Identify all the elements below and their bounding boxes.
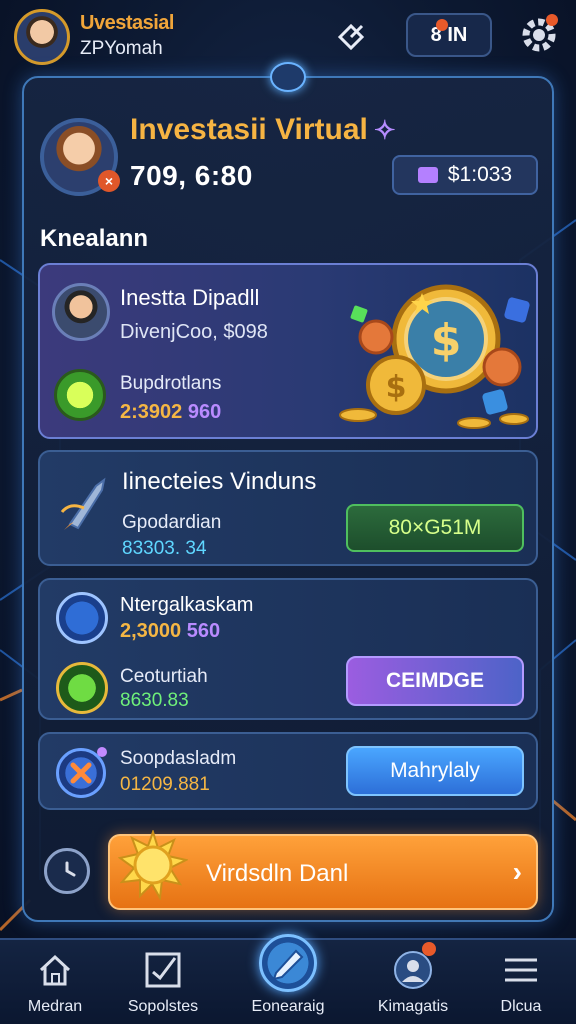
clock-button[interactable] xyxy=(44,848,90,894)
rocket-icon xyxy=(60,477,106,530)
bottom-nav: Medran Sopolstes Eonearaig Kimagatis Dlc… xyxy=(0,934,576,1024)
pencil-icon xyxy=(259,934,317,992)
user-name: Uvestasial xyxy=(80,12,174,34)
check-icon xyxy=(54,369,106,421)
share-icon[interactable] xyxy=(334,20,368,54)
wallet-icon xyxy=(417,167,438,183)
coins-illustration: $ $ xyxy=(339,284,530,429)
chevron-right-icon: › xyxy=(512,856,522,887)
sun-icon xyxy=(118,830,188,900)
investment-card-compact[interactable]: Soopdasladm 01209.881 Mahrylaly xyxy=(38,732,538,810)
card-value: 2,3000 560 xyxy=(120,620,220,643)
chart-icon xyxy=(145,952,181,988)
card-value: 83303. 34 xyxy=(122,538,207,559)
card-label: Bupdrotlans xyxy=(120,373,222,394)
globe-icon xyxy=(56,592,108,644)
investment-card-rocket[interactable]: Iinecteies Vinduns Gpodardian 83303. 34 … xyxy=(38,450,538,566)
card-value-a: 2:3902 xyxy=(120,401,183,423)
profile-title-text: Investasii Virtual xyxy=(130,113,368,146)
primary-cta-button[interactable]: Virdsdln Danl › xyxy=(108,830,538,910)
pencil-glyph xyxy=(272,949,304,981)
balance-pill[interactable]: $1:033 xyxy=(392,155,538,195)
card-action-button[interactable]: Mahrylaly xyxy=(346,746,524,796)
card-value: 2:3902 960 xyxy=(120,401,221,424)
user-avatar[interactable] xyxy=(14,9,70,65)
currency-pill[interactable]: 8 IN xyxy=(406,13,492,57)
nav-label: Kimagatis xyxy=(377,998,449,1015)
card-label: Soopdasladm xyxy=(120,748,237,769)
investment-card-featured[interactable]: Inestta Dipadll DivenjCoo, $098 Bupdrotl… xyxy=(38,263,538,439)
menu-icon xyxy=(505,958,537,982)
profile-value: 709, 6:80 xyxy=(130,160,253,191)
nav-item-center[interactable]: Eonearaig xyxy=(233,934,343,1024)
settings-button[interactable] xyxy=(518,14,560,56)
notification-dot xyxy=(436,19,448,31)
user-subtitle: ZPYomah xyxy=(80,38,163,59)
section-heading: Knealann xyxy=(40,225,149,252)
card-label: Gpodardian xyxy=(122,512,222,533)
nav-label: Dlcua xyxy=(500,998,542,1015)
card-value-secondary: 8630.83 xyxy=(120,690,189,711)
card-action-button[interactable]: CEIMDGE xyxy=(346,656,524,706)
nav-label: Eonearaig xyxy=(251,998,325,1015)
gem-icon xyxy=(270,62,306,92)
card-value-b: 560 xyxy=(186,620,221,642)
investment-card-stats[interactable]: Ntergalkaskam 2,3000 560 Ceoturtiah 8630… xyxy=(38,578,538,720)
profile-title: Investasii Virtual ✧ xyxy=(130,113,396,147)
clock-icon xyxy=(65,861,76,877)
nav-item-profile[interactable]: Kimagatis xyxy=(358,940,468,1024)
cta-label: Virdsdln Danl xyxy=(206,860,349,887)
nav-item-stats[interactable]: Sopolstes xyxy=(108,940,218,1024)
balance-value: $1:033 xyxy=(447,163,513,186)
notification-dot xyxy=(422,942,436,956)
cross-glyph xyxy=(70,762,92,784)
nav-label: Medran xyxy=(27,998,83,1015)
notification-dot xyxy=(546,14,558,26)
nav-item-home[interactable]: Medran xyxy=(0,940,110,1024)
nav-label: Sopolstes xyxy=(127,998,199,1015)
check-icon xyxy=(56,662,108,714)
card-title: Ntergalkaskam xyxy=(120,594,254,616)
profile-avatar[interactable]: × xyxy=(40,118,120,196)
card-label: Ceoturtiah xyxy=(120,666,208,687)
notification-dot xyxy=(97,747,107,757)
card-value-a: 2,3000 xyxy=(120,620,182,642)
svg-text:$: $ xyxy=(431,315,462,366)
sparkle-icon: ✧ xyxy=(373,115,396,145)
card-value-b: 960 xyxy=(187,401,222,423)
nav-item-menu[interactable]: Dlcua xyxy=(466,940,576,1024)
card-title: Iinecteies Vinduns xyxy=(122,468,317,495)
close-icon xyxy=(56,747,107,798)
top-bar: Uvestasial ZPYomah 8 IN xyxy=(0,0,576,70)
avatar-badge: × xyxy=(98,170,120,192)
svg-text:$: $ xyxy=(386,370,407,405)
card-action-button[interactable]: 80×G51M xyxy=(346,504,524,552)
user-icon xyxy=(394,951,432,989)
card-subtitle: DivenjCoo, $098 xyxy=(120,321,268,343)
card-avatar xyxy=(52,283,110,341)
card-title: Inestta Dipadll xyxy=(120,285,260,310)
home-icon xyxy=(39,954,71,986)
card-value: 01209.881 xyxy=(120,774,210,795)
